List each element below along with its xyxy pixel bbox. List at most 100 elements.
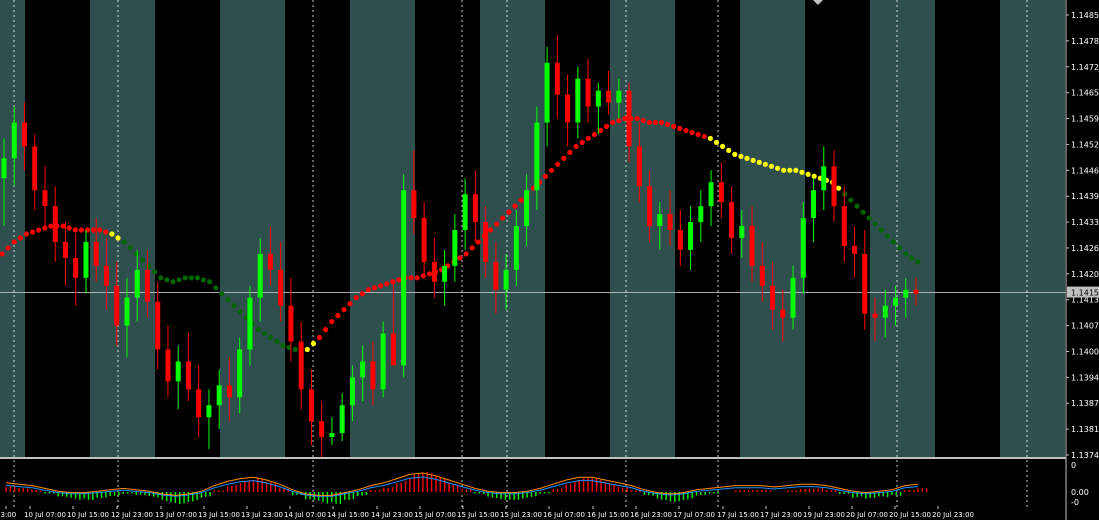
ma-dot [512,203,518,209]
oscillator-panel: 0 0.00-0 [5,461,1089,507]
time-tick-label: 16 Jul 07:00 [543,511,585,519]
ma-dot [469,245,475,251]
ma-dot [23,231,30,237]
ma-dot [744,155,750,161]
ma-dot [573,143,579,150]
ma-dot [585,135,591,142]
ma-dot [897,245,903,251]
candle-body [134,269,140,298]
current-price-label: 1.14153 [1071,289,1099,298]
ma-dot [903,251,909,257]
ma-dot [426,271,433,277]
ma-dot [237,309,243,315]
candle-body [73,257,79,278]
candle-body [852,245,858,254]
time-tick-label: 17 Jul 23:00 [760,511,802,519]
ma-dot [78,227,84,233]
candle-body [770,285,776,310]
ma-dot [793,167,799,173]
ma-dot [72,227,78,233]
time-tick-label: 15 Jul 07:00 [414,511,456,519]
candle-body [647,186,653,227]
candle-body [483,222,489,262]
candle-body [544,62,550,123]
ma-dot [616,117,622,124]
candle-body [626,90,632,147]
ma-dot [66,225,72,231]
candle-body [831,166,837,207]
candle-body [913,289,919,294]
time-tick-label: 10 Jul 07:00 [24,511,66,519]
ma-dot [255,326,262,333]
candle-body [606,90,612,103]
candle-body [442,265,448,282]
candle-body [503,269,509,290]
ma-dot [689,129,695,136]
ma-dot [872,221,878,227]
ma-dot [768,163,775,169]
ma-dot [378,283,384,289]
candle-body [759,265,765,286]
candle-body [616,90,622,103]
ma-dot [677,125,683,132]
ma-dot [194,275,201,281]
candle-body [903,289,909,298]
ma-dot [567,149,573,155]
time-tick-label: 17 Jul 15:00 [717,511,759,519]
ma-dot [219,291,225,297]
panel-separator [0,457,1099,459]
candle-body [565,94,571,123]
price-tick-label: 1.14850 [1071,11,1099,20]
price-tick-label: 1.14200 [1071,270,1099,279]
time-tick-label: 13 Jul 23:00 [241,511,283,519]
ma-dot [145,263,152,269]
ma-dot [11,239,17,245]
candle-body [257,253,263,298]
candle-body [862,253,868,314]
ma-dot [231,303,237,309]
ma-dot [695,131,701,138]
time-tick-label: 13 Jul 07:00 [155,511,197,519]
time-tick-label: 16 Jul 15:00 [587,511,629,519]
candle-body [780,309,786,318]
ma-dot [671,123,677,130]
candle-body [841,206,847,246]
ma-dot [103,229,109,235]
time-tick-label: 15 Jul 23:00 [500,511,542,519]
ma-dot [500,215,506,221]
candle-body [749,226,755,266]
ma-dot [353,295,359,301]
candle-body [298,341,304,390]
candle [401,174,407,378]
ma-dot [268,334,274,341]
ma-dot [182,275,188,281]
ma-dot [36,227,42,233]
session-band [610,0,675,457]
ma-dot [487,227,494,233]
price-tick-label: 1.13745 [1071,451,1099,460]
time-tick-label: 14 Jul 23:00 [371,511,413,519]
price-tick-label: 1.13875 [1071,399,1099,408]
candle-body [708,182,714,207]
candle-body [52,206,58,242]
ma-dot [97,227,103,233]
candle-body [595,90,601,107]
candle-body [103,265,109,286]
ma-dot [323,326,329,333]
ma-dot [207,279,213,285]
candle-body [93,241,99,266]
ma-dot [579,139,585,146]
ma-dot [170,279,176,285]
ma-dot [787,167,793,173]
session-band [805,0,870,457]
ma-dot [310,340,317,347]
candle-body [677,230,683,250]
ma-dot [463,251,469,257]
ma-dot [292,346,298,353]
ma-dot [542,173,549,179]
candle-body [226,385,232,398]
candle-body [339,405,345,434]
indicator-tick-label: 0 [1071,461,1076,470]
price-tick-label: 1.14460 [1071,166,1099,175]
candle-body [185,361,191,390]
